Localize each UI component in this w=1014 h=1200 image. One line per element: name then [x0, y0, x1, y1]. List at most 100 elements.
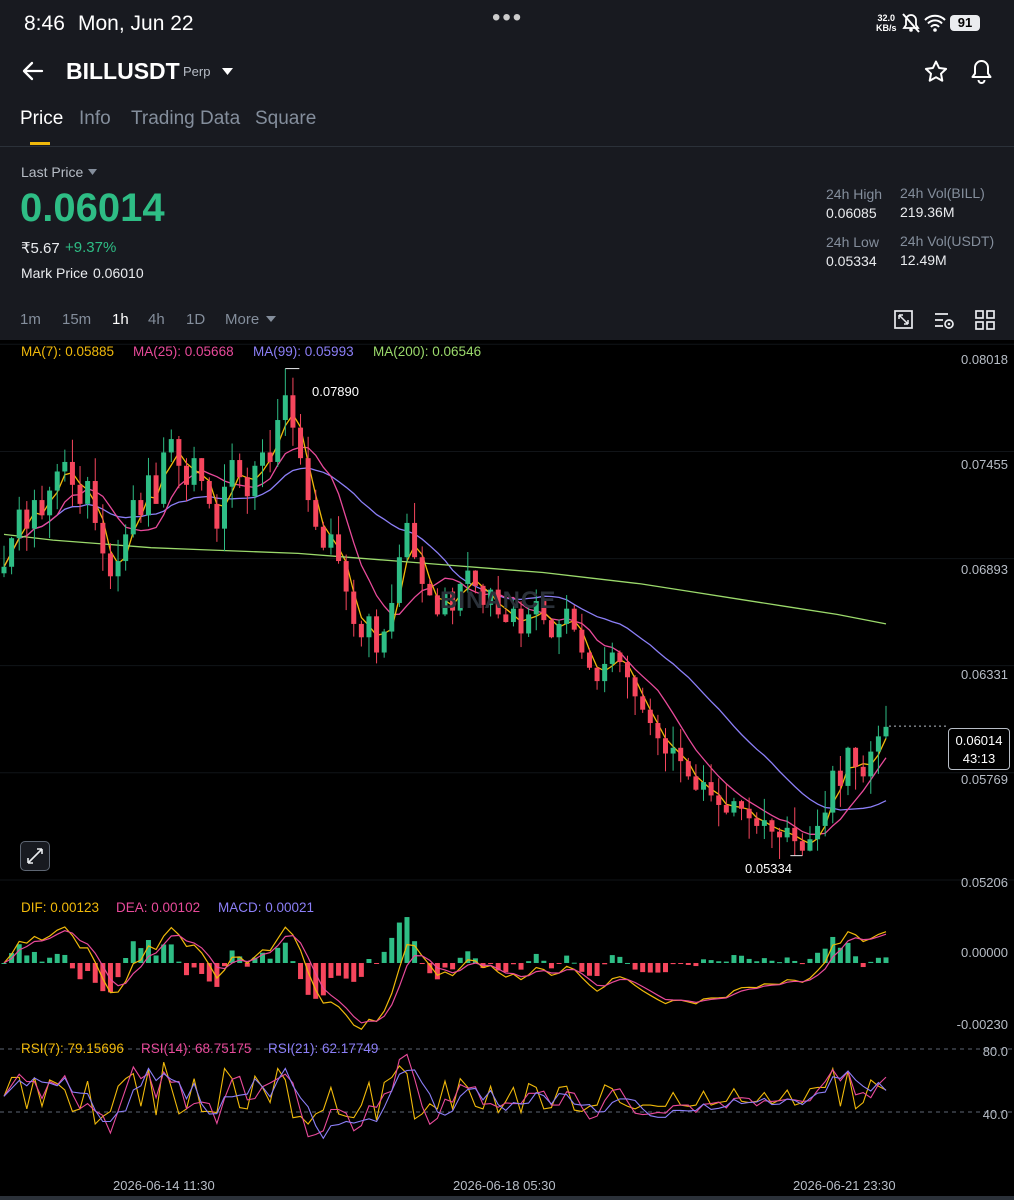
- time-axis-label: 2026-06-18 05:30: [453, 1178, 556, 1193]
- candle-body: [830, 770, 836, 813]
- macd-histogram-bar: [62, 954, 68, 963]
- low-value: 0.05334: [826, 253, 877, 269]
- exchange-watermark: BINANCE: [440, 587, 557, 614]
- macd-histogram-bar: [761, 958, 767, 963]
- tab-square[interactable]: Square: [255, 108, 316, 130]
- candle-body: [853, 747, 859, 767]
- macd-histogram-bar: [1, 963, 7, 964]
- tab-info[interactable]: Info: [79, 108, 111, 130]
- battery-indicator: 91: [950, 15, 980, 31]
- macd-histogram-bar: [571, 962, 577, 964]
- macd-histogram-bar: [617, 956, 623, 963]
- candle-body: [191, 458, 197, 485]
- candle-body: [1, 566, 7, 574]
- macd-histogram-bar: [183, 963, 189, 976]
- layout-grid-icon[interactable]: [974, 309, 996, 331]
- macd-histogram-bar: [526, 961, 532, 963]
- last-price-label[interactable]: Last Price: [21, 164, 83, 180]
- candle-body: [305, 458, 311, 501]
- indicator-settings-icon[interactable]: [933, 309, 955, 331]
- tab-trading-data[interactable]: Trading Data: [131, 108, 240, 130]
- macd-histogram-bar: [799, 963, 805, 965]
- candle-body: [374, 616, 380, 653]
- high-annotation: 0.07890: [312, 384, 359, 399]
- candle-body: [130, 500, 136, 535]
- mark-price-label: Mark Price: [21, 265, 88, 281]
- macd-histogram-bar: [541, 960, 547, 963]
- macd-histogram-bar: [85, 963, 91, 972]
- candle-body: [837, 770, 843, 786]
- macd-histogram-bar: [442, 963, 448, 968]
- candle-body: [640, 696, 646, 710]
- macd-histogram-bar: [168, 944, 174, 963]
- candle-body: [602, 663, 608, 682]
- candle-body: [77, 484, 83, 504]
- rsi14-legend: RSI(14): 68.75175: [141, 1041, 252, 1056]
- price-alert-bell-icon[interactable]: [970, 59, 993, 84]
- macd-histogram-bar: [77, 963, 83, 980]
- macd-histogram-bar: [777, 962, 783, 964]
- macd-histogram-bar: [123, 957, 129, 963]
- macd-histogram-bar: [792, 960, 798, 963]
- candle-body: [336, 534, 342, 562]
- macd-histogram-bar: [267, 958, 273, 963]
- chart-fullscreen-icon[interactable]: [893, 309, 915, 331]
- candle-body: [708, 782, 714, 796]
- ma25-legend: MA(25): 0.05668: [133, 344, 234, 359]
- macd-histogram-bar: [450, 963, 456, 970]
- kline-chart[interactable]: [0, 340, 1014, 1196]
- more-intervals-dropdown-icon[interactable]: [266, 316, 276, 322]
- vol-quote-value: 12.49M: [900, 252, 947, 268]
- expand-chart-button[interactable]: [20, 841, 50, 871]
- gesture-bar: [0, 1196, 1014, 1200]
- interval-1h[interactable]: 1h: [112, 311, 129, 328]
- price-axis-label: 0.07455: [961, 457, 1008, 472]
- interval-15m[interactable]: 15m: [62, 311, 91, 328]
- macd-histogram-bar: [298, 963, 304, 980]
- price-axis-label: 0.08018: [961, 352, 1008, 367]
- candle-body: [617, 652, 623, 663]
- macd-histogram-bar: [47, 957, 53, 963]
- candle-body: [465, 570, 471, 584]
- macd-histogram-bar: [594, 963, 600, 977]
- candle-body: [115, 561, 121, 577]
- symbol-dropdown-icon[interactable]: [221, 67, 234, 76]
- macd-histogram-bar: [693, 963, 699, 967]
- macd-histogram-bar: [678, 963, 684, 964]
- candle-body: [275, 420, 281, 462]
- candle-body: [328, 534, 334, 548]
- favorite-star-icon[interactable]: [924, 60, 948, 83]
- candle-body: [548, 620, 554, 638]
- interval-4h[interactable]: 4h: [148, 311, 165, 328]
- low-annotation: 0.05334: [745, 861, 792, 876]
- interval-1d[interactable]: 1D: [186, 311, 205, 328]
- more-dots-icon[interactable]: •••: [492, 4, 523, 32]
- tabs-divider: [0, 146, 1014, 147]
- macd-histogram-bar: [412, 941, 418, 963]
- candle-body: [199, 458, 205, 482]
- candle-body: [54, 471, 60, 491]
- macd-histogram-bar: [632, 963, 638, 970]
- candle-body: [526, 614, 532, 634]
- candle-body: [822, 812, 828, 826]
- tab-price[interactable]: Price: [20, 108, 63, 130]
- interval-1m[interactable]: 1m: [20, 311, 41, 328]
- candle-body: [153, 475, 159, 504]
- interval-more[interactable]: More: [225, 311, 259, 328]
- rsi-axis-label: 80.0: [982, 1044, 1008, 1059]
- price-type-dropdown-icon[interactable]: [88, 169, 97, 175]
- macd-histogram-bar: [518, 963, 524, 970]
- candle-body: [624, 662, 630, 678]
- active-tab-indicator: [30, 142, 50, 145]
- candle-body: [389, 602, 395, 632]
- macd-histogram-bar: [602, 963, 608, 965]
- candle-body: [586, 652, 592, 668]
- current-price-tag: 0.06014 43:13: [948, 728, 1010, 770]
- candle-body: [237, 460, 243, 478]
- rsi-panel: [0, 1048, 1014, 1140]
- candle-body: [647, 709, 653, 724]
- macd-histogram-bar: [100, 963, 106, 992]
- back-arrow-icon[interactable]: [22, 61, 44, 81]
- candle-body: [685, 761, 691, 777]
- symbol-title[interactable]: BILLUSDT: [66, 58, 180, 85]
